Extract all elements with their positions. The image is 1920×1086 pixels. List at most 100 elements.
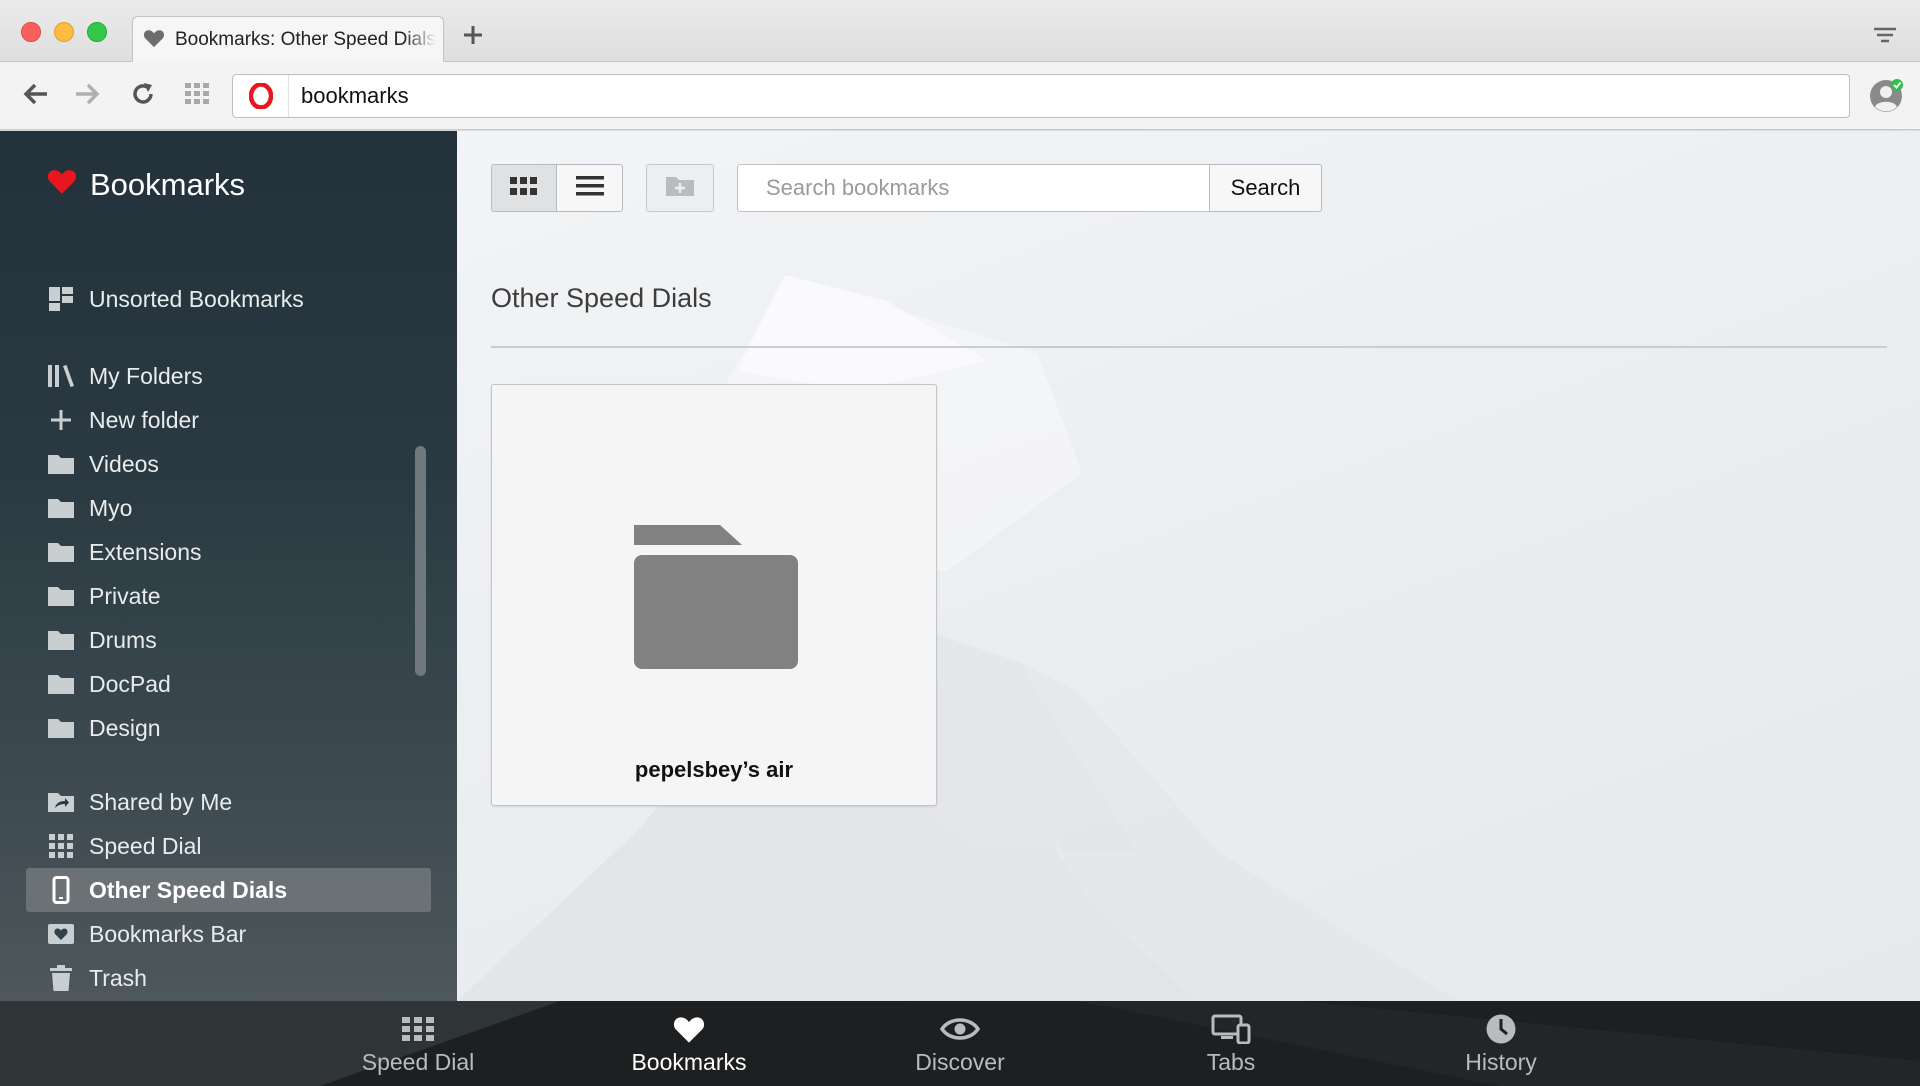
list-view-button[interactable] (556, 164, 623, 212)
sidebar-title-label: Bookmarks (90, 167, 246, 202)
address-bar[interactable]: bookmarks (232, 74, 1850, 118)
folder-icon (46, 493, 76, 523)
tab-bar: Bookmarks: Other Speed Dials (0, 0, 1920, 63)
sidebar-item-label: Design (89, 714, 161, 741)
bookmarks-sidebar: Bookmarks Unsorted Bookmarks My Folders … (0, 131, 457, 1001)
speed-dial-folder-card[interactable]: pepelsbey’s air (491, 384, 937, 806)
speed-dial-button[interactable] (181, 80, 213, 112)
folder-icon (46, 449, 76, 479)
unsorted-icon (46, 284, 76, 314)
sidebar-item-label: Unsorted Bookmarks (89, 285, 304, 312)
shared-folder-icon (46, 787, 76, 817)
bookmarks-bar-icon (46, 919, 76, 949)
plus-icon (46, 405, 76, 435)
bottom-item-discover[interactable]: Discover (860, 1013, 1060, 1076)
heart-icon (46, 167, 78, 203)
sidebar-item-folder-private[interactable]: Private (26, 574, 431, 618)
arrow-right-icon (74, 83, 100, 110)
forward-button[interactable] (71, 80, 103, 112)
folder-icon (46, 669, 76, 699)
sidebar-item-label: Shared by Me (89, 788, 233, 815)
bottom-item-label: Tabs (1206, 1049, 1256, 1075)
sidebar-item-folder-design[interactable]: Design (26, 706, 431, 750)
trash-icon (46, 963, 76, 993)
reload-button[interactable] (127, 80, 159, 112)
minimize-window-button[interactable] (54, 22, 74, 42)
search-input[interactable] (737, 164, 1210, 212)
add-folder-button[interactable] (646, 164, 714, 212)
sidebar-item-label: Drums (89, 626, 157, 653)
search-button[interactable]: Search (1209, 164, 1322, 212)
sidebar-item-shared-by-me[interactable]: Shared by Me (26, 780, 431, 824)
folder-icon (630, 523, 798, 676)
sidebar-item-label: New folder (89, 406, 199, 433)
sidebar-item-label: Bookmarks Bar (89, 920, 247, 947)
sidebar-title: Bookmarks (46, 167, 245, 203)
section-title: Other Speed Dials (491, 283, 712, 313)
sidebar-item-bookmarks-bar[interactable]: Bookmarks Bar (26, 912, 431, 956)
address-text[interactable]: bookmarks (301, 83, 409, 109)
sidebar-item-folder-drums[interactable]: Drums (26, 618, 431, 662)
sidebar-item-new-folder[interactable]: New folder (26, 398, 431, 442)
sidebar-item-label: Trash (89, 964, 147, 991)
phone-icon (46, 875, 76, 905)
folder-icon (46, 713, 76, 743)
library-icon (46, 361, 76, 391)
sidebar-item-label: DocPad (89, 670, 171, 697)
sidebar-item-label: My Folders (89, 362, 203, 389)
bottom-item-tabs[interactable]: Tabs (1131, 1013, 1331, 1076)
bottom-item-history[interactable]: History (1401, 1013, 1601, 1076)
tab-bookmarks[interactable]: Bookmarks: Other Speed Dials (132, 16, 444, 63)
tab-title: Bookmarks: Other Speed Dials (175, 29, 436, 50)
zoom-window-button[interactable] (87, 22, 107, 42)
bookmarks-main: Search Other Speed Dials pepelsbey’s air (457, 131, 1920, 1001)
sidebar-item-unsorted[interactable]: Unsorted Bookmarks (26, 277, 431, 321)
sidebar-item-label: Private (89, 582, 161, 609)
sidebar-scrollbar[interactable] (415, 446, 426, 676)
bottom-item-label: Bookmarks (631, 1049, 747, 1075)
sidebar-item-folder-videos[interactable]: Videos (26, 442, 431, 486)
tab-menu-icon[interactable] (1872, 25, 1898, 45)
list-icon (575, 174, 604, 203)
grid-icon (510, 176, 538, 201)
grid-icon (402, 1013, 434, 1045)
heart-icon (143, 28, 165, 53)
grid-icon (185, 82, 209, 111)
opera-logo-icon (233, 75, 289, 117)
sidebar-item-folder-docpad[interactable]: DocPad (26, 662, 431, 706)
sidebar-item-other-speed-dials[interactable]: Other Speed Dials (26, 868, 431, 912)
bottom-navigation-bar: Speed Dial Bookmarks Discover Tabs Histo… (0, 1001, 1920, 1086)
profile-sync-icon[interactable] (1868, 78, 1904, 114)
sidebar-item-folder-myo[interactable]: Myo (26, 486, 431, 530)
sidebar-item-label: Other Speed Dials (89, 876, 288, 903)
grid-icon (46, 831, 76, 861)
folder-icon (46, 625, 76, 655)
sidebar-item-label: Extensions (89, 538, 202, 565)
sidebar-item-label: Myo (89, 494, 133, 521)
bottom-item-label: Speed Dial (361, 1049, 475, 1075)
close-window-button[interactable] (21, 22, 41, 42)
eye-icon (940, 1013, 980, 1045)
clock-icon (1485, 1013, 1517, 1045)
sidebar-item-trash[interactable]: Trash (26, 956, 431, 1000)
bottom-item-bookmarks[interactable]: Bookmarks (589, 1013, 789, 1076)
arrow-left-icon (23, 83, 49, 110)
heart-icon (672, 1013, 706, 1045)
sidebar-item-my-folders[interactable]: My Folders (26, 354, 431, 398)
sidebar-item-folder-extensions[interactable]: Extensions (26, 530, 431, 574)
bottom-item-speed-dial[interactable]: Speed Dial (318, 1013, 518, 1076)
folder-icon (46, 537, 76, 567)
folder-icon (46, 581, 76, 611)
sidebar-item-label: Videos (89, 450, 159, 477)
new-tab-button[interactable] (458, 20, 488, 50)
bottom-item-label: History (1465, 1049, 1537, 1075)
card-label: pepelsbey’s air (634, 757, 794, 782)
add-folder-icon (665, 174, 695, 203)
navigation-toolbar: bookmarks (0, 62, 1920, 130)
sidebar-item-speed-dial[interactable]: Speed Dial (26, 824, 431, 868)
reload-icon (130, 81, 156, 112)
sidebar-item-label: Speed Dial (89, 832, 202, 859)
back-button[interactable] (20, 80, 52, 112)
bottom-item-label: Discover (915, 1049, 1005, 1075)
grid-view-button[interactable] (491, 164, 557, 212)
